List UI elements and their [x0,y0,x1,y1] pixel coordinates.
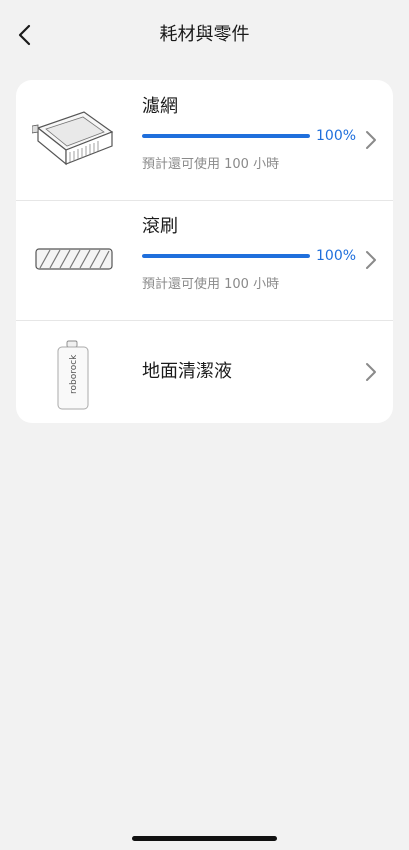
page-title: 耗材與零件 [159,24,250,45]
remaining-progress-fill [142,254,310,258]
nav-header: 耗材與零件 [0,0,409,72]
roller-brush-icon [35,248,113,270]
consumable-item-roller-brush[interactable]: 滾刷 100% 預計還可使用 100 小時 [16,200,393,320]
remaining-progress-fill [142,134,310,138]
remaining-hours-text: 預計還可使用 100 小時 [142,277,280,292]
svg-text:roborock: roborock [69,354,79,394]
consumables-screen: 耗材與零件 濾網 100% 預計還可使用 100 小時 滾刷 100% 預計還可… [0,0,409,850]
consumables-card: 濾網 100% 預計還可使用 100 小時 滾刷 100% 預計還可使用 100… [16,80,393,423]
remaining-progress-bar [142,254,310,258]
remaining-percent: 100% [316,248,357,264]
cleaning-solution-bottle-icon: roborock [57,340,89,410]
consumable-item-cleaning-solution[interactable]: roborock 地面清潔液 [16,320,393,423]
consumable-item-filter[interactable]: 濾網 100% 預計還可使用 100 小時 [16,80,393,200]
consumable-name: 地面清潔液 [142,361,232,382]
chevron-right-icon [366,251,376,269]
chevron-right-icon [366,363,376,381]
home-indicator[interactable] [132,836,277,841]
filter-icon [32,111,114,166]
remaining-progress-bar [142,134,310,138]
remaining-percent: 100% [316,128,357,144]
consumable-name: 濾網 [142,96,178,117]
consumable-name: 滾刷 [142,216,178,237]
chevron-right-icon [366,131,376,149]
remaining-hours-text: 預計還可使用 100 小時 [142,157,280,172]
